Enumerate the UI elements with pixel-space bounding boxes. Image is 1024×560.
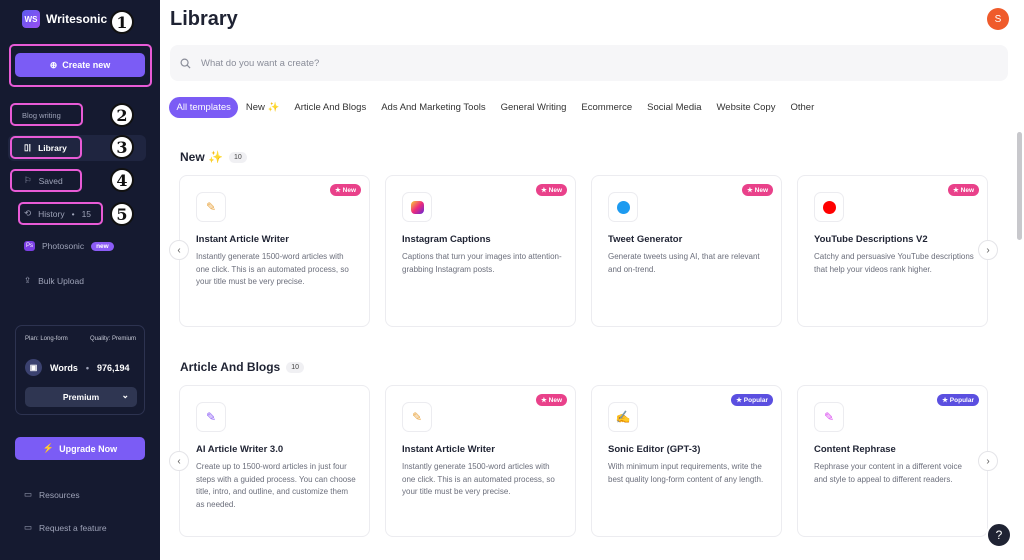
- sidebar-item-library[interactable]: ▯| Library: [24, 142, 67, 153]
- sidebar-item-saved[interactable]: ⚐ Saved: [24, 175, 63, 186]
- section-count: 10: [228, 151, 247, 163]
- help-button[interactable]: ?: [986, 522, 1012, 548]
- annotation-1: 1: [110, 10, 134, 34]
- tab-general-writing[interactable]: General Writing: [493, 97, 574, 118]
- sidebar-item-blog-writing[interactable]: Blog writing: [22, 111, 61, 120]
- bolt-icon: ⚡: [42, 443, 55, 453]
- annotation-5: 5: [110, 202, 134, 226]
- annotation-3: 3: [110, 135, 134, 159]
- plus-circle-icon: ⊕: [49, 59, 58, 70]
- plan-label: Plan: Long-form: [25, 336, 68, 342]
- chevron-left-icon: ‹: [177, 455, 181, 467]
- quality-label: Quality: Premium: [89, 336, 136, 342]
- section-title: Article And Blogs 10: [180, 360, 305, 374]
- tab-website-copy[interactable]: Website Copy: [709, 97, 783, 118]
- new-badge: ★ New: [948, 184, 979, 196]
- template-card[interactable]: ★ New Instagram Captions Captions that t…: [385, 175, 576, 327]
- main-panel: Library S All templates New ✨ Article An…: [160, 0, 1024, 560]
- library-icon: ▯|: [24, 142, 32, 152]
- section-count: 10: [286, 361, 305, 373]
- plan-card: Plan: Long-form Quality: Premium ▣ Words…: [15, 325, 145, 415]
- tab-all-templates[interactable]: All templates: [169, 97, 239, 118]
- sidebar-item-request-feature[interactable]: ▭ Request a feature: [24, 522, 107, 533]
- avatar[interactable]: S: [987, 8, 1009, 30]
- youtube-icon: [814, 192, 844, 222]
- plan-tier-select[interactable]: Premium ⌄: [25, 387, 137, 407]
- annotation-2: 2: [110, 103, 134, 127]
- photosonic-icon: Ps: [24, 241, 36, 251]
- create-new-button[interactable]: ⊕ Create new: [15, 53, 145, 77]
- app-name: Writesonic: [46, 12, 108, 26]
- history-icon: ⟲: [24, 208, 32, 218]
- scroll-left-button[interactable]: ‹: [169, 451, 189, 471]
- tab-ads-and-marketing[interactable]: Ads And Marketing Tools: [374, 97, 493, 118]
- words-icon: ▣: [25, 359, 42, 376]
- tab-article-and-blogs[interactable]: Article And Blogs: [287, 97, 374, 118]
- article-writer-icon: ✎: [196, 402, 226, 432]
- rephrase-icon: ✎: [814, 402, 844, 432]
- search-input[interactable]: [201, 57, 801, 69]
- template-card[interactable]: ★ New Tweet Generator Generate tweets us…: [591, 175, 782, 327]
- new-badge: ★ New: [330, 184, 361, 196]
- template-card[interactable]: ✎ ★ New Instant Article Writer Instantly…: [385, 385, 576, 537]
- template-card[interactable]: ✎ ★ Popular Content Rephrase Rephrase yo…: [797, 385, 988, 537]
- chevron-down-icon: ⌄: [121, 390, 129, 400]
- tab-social-media[interactable]: Social Media: [640, 97, 709, 118]
- article-icon: ✎: [196, 192, 226, 222]
- popular-badge: ★ Popular: [937, 394, 979, 406]
- words-row: ▣ Words • 976,194: [25, 359, 130, 376]
- new-badge: ★ New: [536, 394, 567, 406]
- article-icon: ✎: [402, 402, 432, 432]
- words-count: 976,194: [97, 362, 130, 373]
- template-card[interactable]: ✎ AI Article Writer 3.0 Create up to 150…: [179, 385, 370, 537]
- new-badge: ★ New: [536, 184, 567, 196]
- edit-icon: ✍: [608, 402, 638, 432]
- search-icon: [180, 58, 191, 69]
- tab-other[interactable]: Other: [783, 97, 822, 118]
- tab-new[interactable]: New ✨: [238, 97, 286, 118]
- chevron-right-icon: ›: [986, 455, 990, 467]
- scrollbar[interactable]: [1017, 132, 1022, 240]
- page-title: Library: [170, 8, 238, 30]
- upgrade-now-button[interactable]: ⚡ Upgrade Now: [15, 437, 145, 460]
- chevron-left-icon: ‹: [177, 244, 181, 256]
- template-card[interactable]: ✎ ★ New Instant Article Writer Instantly…: [179, 175, 370, 327]
- instagram-icon: [402, 192, 432, 222]
- tab-ecommerce[interactable]: Ecommerce: [574, 97, 640, 118]
- logo[interactable]: WS Writesonic: [22, 10, 107, 28]
- section-title: New ✨ 10: [180, 150, 247, 164]
- sidebar-item-photosonic[interactable]: Ps Photosonic new: [24, 241, 114, 251]
- annotation-4: 4: [110, 168, 134, 192]
- template-card[interactable]: ★ New YouTube Descriptions V2 Catchy and…: [797, 175, 988, 327]
- sidebar-item-history[interactable]: ⟲ History • 15: [24, 208, 91, 219]
- twitter-icon: [608, 192, 638, 222]
- question-icon: ?: [995, 528, 1003, 542]
- chevron-right-icon: ›: [986, 244, 990, 256]
- search-bar: [170, 45, 1008, 81]
- scroll-right-button[interactable]: ›: [978, 240, 998, 260]
- scroll-left-button[interactable]: ‹: [169, 240, 189, 260]
- writesonic-logo-icon: WS: [22, 10, 40, 28]
- upload-icon: ⇪: [24, 275, 32, 285]
- bookmark-icon: ⚐: [24, 175, 32, 185]
- chat-icon: ▭: [24, 522, 33, 532]
- category-tabs: All templates New ✨ Article And Blogs Ad…: [169, 97, 822, 118]
- new-badge: new: [91, 241, 114, 251]
- sidebar-item-bulk-upload[interactable]: ⇪ Bulk Upload: [24, 275, 84, 286]
- template-card[interactable]: ✍ ★ Popular Sonic Editor (GPT-3) With mi…: [591, 385, 782, 537]
- new-badge: ★ New: [742, 184, 773, 196]
- sidebar: WS Writesonic 1 ⊕ Create new Blog writin…: [0, 0, 160, 560]
- popular-badge: ★ Popular: [731, 394, 773, 406]
- resources-icon: ▭: [24, 489, 33, 499]
- sidebar-item-resources[interactable]: ▭ Resources: [24, 489, 80, 500]
- scroll-right-button[interactable]: ›: [978, 451, 998, 471]
